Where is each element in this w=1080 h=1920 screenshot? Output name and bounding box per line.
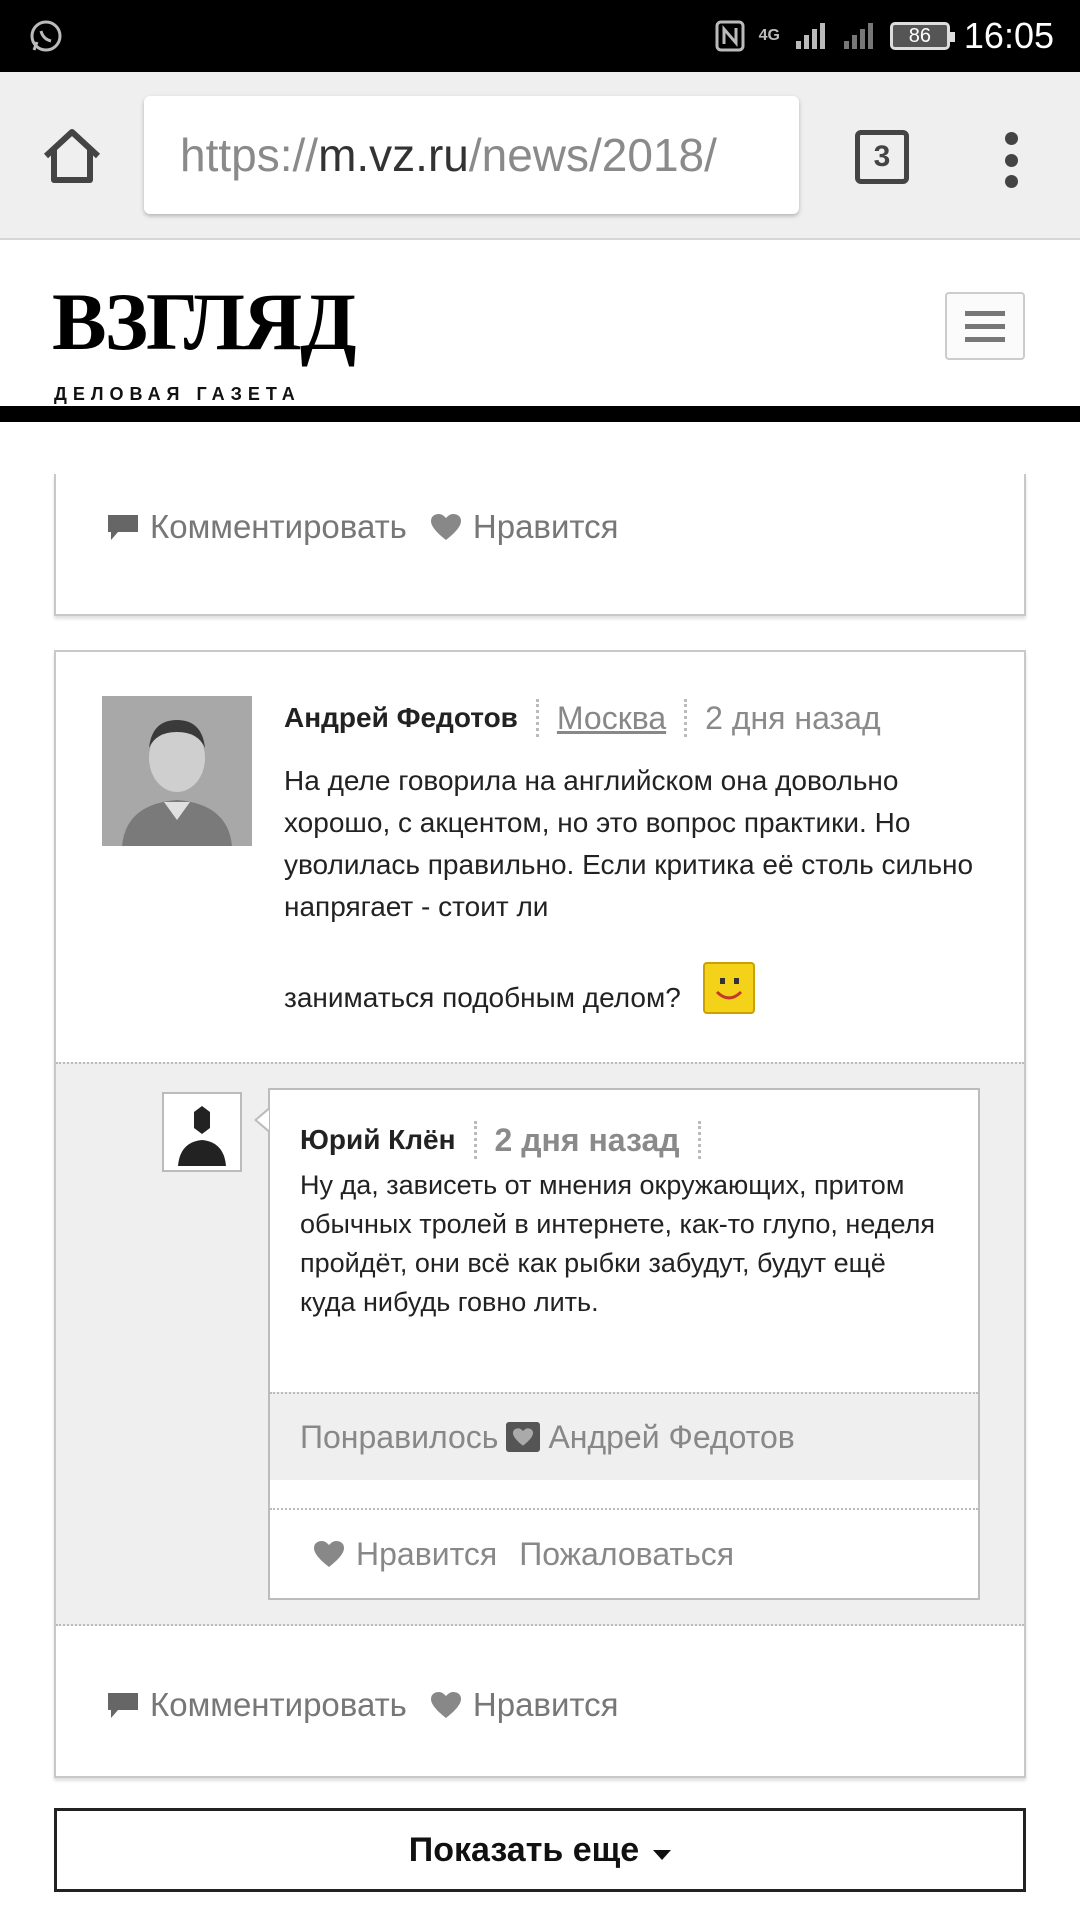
show-more-label: Показать еще bbox=[408, 1830, 640, 1869]
comment-card-previous: Комментировать Нравится bbox=[54, 474, 1026, 616]
comment-text-end: заниматься подобным делом? bbox=[284, 982, 681, 1013]
battery-level: 86 bbox=[908, 24, 932, 47]
like-label: Нравится bbox=[472, 508, 619, 545]
logo-title: ВЗГЛЯД bbox=[52, 276, 357, 367]
url-bar[interactable]: https://m.vz.ru/news/2018/ bbox=[144, 96, 799, 214]
reply-actions: Нравится Пожаловаться bbox=[270, 1508, 978, 1598]
report-button[interactable]: Пожаловаться bbox=[519, 1536, 734, 1573]
battery-icon: 86 bbox=[889, 22, 955, 50]
home-icon[interactable] bbox=[38, 122, 106, 190]
separator bbox=[535, 699, 539, 737]
chat-icon bbox=[108, 515, 138, 540]
like-button[interactable]: Нравится bbox=[429, 1686, 619, 1724]
reply-like-button[interactable]: Нравится bbox=[356, 1536, 497, 1573]
comment-button[interactable]: Комментировать bbox=[106, 1686, 407, 1724]
comment-card: Андрей Федотов Москва 2 дня назад На дел… bbox=[54, 650, 1026, 1778]
reply-time: 2 дня назад bbox=[494, 1121, 680, 1158]
comment-time: 2 дня назад bbox=[705, 699, 881, 736]
url-host: m.vz.ru bbox=[318, 129, 469, 181]
card-actions: Комментировать Нравится bbox=[106, 508, 641, 546]
person-photo bbox=[102, 696, 252, 846]
site-logo[interactable]: ВЗГЛЯД ДЕЛОВАЯ ГАЗЕТА bbox=[52, 276, 382, 405]
network-type-label: 4G bbox=[758, 27, 780, 44]
comment-author[interactable]: Андрей Федотов bbox=[284, 702, 518, 734]
card-actions: Комментировать Нравится bbox=[106, 1686, 641, 1724]
separator bbox=[473, 1121, 477, 1159]
liked-by-user[interactable]: Андрей Федотов bbox=[548, 1419, 794, 1456]
status-bar: 4G 86 16:05 bbox=[0, 0, 1080, 72]
hamburger-menu-icon[interactable] bbox=[945, 292, 1025, 360]
nfc-icon bbox=[715, 20, 745, 52]
avatar[interactable] bbox=[102, 696, 252, 846]
tab-switcher-button[interactable]: 3 bbox=[855, 130, 909, 184]
heart-icon bbox=[430, 514, 461, 540]
status-icons: 4G 86 16:05 bbox=[715, 0, 1054, 72]
clock: 16:05 bbox=[963, 15, 1054, 56]
comment-label: Комментировать bbox=[150, 508, 407, 545]
signal-icon bbox=[795, 23, 825, 49]
signal-icon-2 bbox=[843, 23, 873, 49]
comment-text-last-line: заниматься подобным делом? bbox=[284, 962, 755, 1014]
show-more-button[interactable]: Показать еще bbox=[54, 1808, 1026, 1892]
url-path: /news/2018/ bbox=[468, 129, 717, 181]
comment-text: На деле говорила на английском она довол… bbox=[284, 765, 974, 922]
default-avatar-icon bbox=[178, 1106, 226, 1166]
heart-icon bbox=[314, 1541, 344, 1567]
comment-button[interactable]: Комментировать bbox=[106, 508, 407, 546]
like-button[interactable]: Нравится bbox=[429, 508, 619, 546]
separator bbox=[697, 1121, 701, 1159]
like-label: Нравится bbox=[472, 1686, 619, 1723]
reply-bubble: Юрий Клён 2 дня назад Ну да, зависеть от… bbox=[254, 1088, 980, 1600]
logo-subtitle: ДЕЛОВАЯ ГАЗЕТА bbox=[54, 384, 301, 404]
reply-author[interactable]: Юрий Клён bbox=[300, 1124, 456, 1156]
liked-by-row: Понравилось Андрей Федотов bbox=[270, 1392, 978, 1480]
overflow-menu-icon[interactable] bbox=[996, 132, 1026, 188]
browser-toolbar: https://m.vz.ru/news/2018/ 3 bbox=[0, 72, 1080, 240]
liked-label: Понравилось bbox=[300, 1418, 499, 1455]
reply-avatar[interactable] bbox=[162, 1092, 242, 1172]
separator bbox=[684, 699, 688, 737]
caret-down-icon bbox=[653, 1850, 672, 1860]
comment-city-link[interactable]: Москва bbox=[557, 700, 666, 737]
reply-text: Ну да, зависеть от мнения окружающих, пр… bbox=[300, 1170, 936, 1317]
tab-count: 3 bbox=[873, 140, 891, 173]
chat-icon bbox=[108, 1693, 138, 1718]
smiley-icon bbox=[702, 962, 755, 1014]
site-header: ВЗГЛЯД ДЕЛОВАЯ ГАЗЕТА bbox=[0, 242, 1080, 406]
heart-icon bbox=[430, 1692, 461, 1718]
whatsapp-icon bbox=[30, 20, 62, 52]
reply-header: Юрий Клён 2 дня назад bbox=[300, 1120, 719, 1160]
comment-header: Андрей Федотов Москва 2 дня назад bbox=[284, 698, 881, 738]
header-divider bbox=[0, 406, 1080, 422]
reply-thread: Юрий Клён 2 дня назад Ну да, зависеть от… bbox=[56, 1062, 1024, 1626]
comment-label: Комментировать bbox=[150, 1686, 407, 1723]
url-scheme: https:// bbox=[180, 129, 319, 181]
heart-icon bbox=[506, 1422, 541, 1452]
